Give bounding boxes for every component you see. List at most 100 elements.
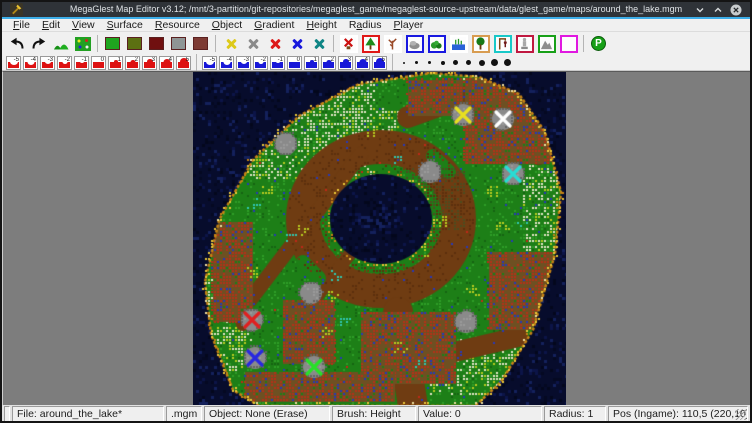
undo-icon — [9, 37, 25, 51]
map-canvas[interactable] — [193, 72, 566, 405]
object-hanged-button[interactable] — [492, 33, 513, 54]
random-surface-button[interactable] — [72, 33, 93, 54]
object-dead-tree-button[interactable] — [382, 33, 403, 54]
surface-road-button[interactable] — [146, 33, 167, 54]
radius-5-button[interactable] — [450, 56, 461, 70]
menu-item-resource[interactable]: Resource — [149, 19, 206, 31]
object-erase-button[interactable] — [338, 33, 359, 54]
object-hanged-icon — [494, 35, 512, 53]
redo-button[interactable] — [28, 33, 49, 54]
object-stone-icon — [406, 35, 424, 53]
resource-custom2-button[interactable] — [286, 33, 307, 54]
radius-dot-icon — [504, 59, 511, 66]
resource-custom3-button[interactable] — [308, 33, 329, 54]
menu-item-edit[interactable]: Edit — [36, 19, 66, 31]
object-tree-icon — [362, 35, 380, 53]
height-hills-button[interactable] — [50, 33, 71, 54]
gradient-brush-3-button[interactable]: 3 — [338, 56, 353, 70]
toolbar-separator — [196, 54, 197, 71]
resize-grip[interactable] — [735, 409, 746, 420]
height-brush-1-button[interactable]: 1 — [108, 56, 123, 70]
radius-7-button[interactable] — [476, 56, 487, 70]
resource-stone-button[interactable] — [242, 33, 263, 54]
radius-3-button[interactable] — [424, 56, 435, 70]
object-big-tree-icon — [472, 35, 490, 53]
maximize-button[interactable] — [712, 4, 724, 16]
toolbar-separator — [583, 35, 584, 52]
radius-4-button[interactable] — [437, 56, 448, 70]
menu-item-file[interactable]: File — [7, 19, 36, 31]
resource-custom1-button[interactable] — [264, 33, 285, 54]
menu-item-surface[interactable]: Surface — [101, 19, 149, 31]
height-brush--1-button[interactable]: -1 — [74, 56, 89, 70]
gradient-brush-5-button[interactable]: 5 — [372, 56, 387, 70]
player-brush-button[interactable]: P — [588, 33, 609, 54]
resource-custom3-icon — [312, 37, 325, 50]
menu-item-object[interactable]: Object — [206, 19, 248, 31]
toolbar-brush: -5-4-3-2-1012345-5-4-3-2-1012345 — [2, 55, 750, 71]
height-brush-5-button[interactable]: 5 — [176, 56, 191, 70]
radius-8-button[interactable] — [489, 56, 500, 70]
object-water-object-button[interactable] — [448, 33, 469, 54]
radius-9-button[interactable] — [502, 56, 513, 70]
height-brush-4-button[interactable]: 4 — [159, 56, 174, 70]
gradient-brush--4-button[interactable]: -4 — [219, 56, 234, 70]
menu-item-gradient[interactable]: Gradient — [248, 19, 300, 31]
gradient-brush-1-button[interactable]: 1 — [304, 56, 319, 70]
random-surface-icon — [75, 37, 91, 51]
object-bush-button[interactable] — [426, 33, 447, 54]
radius-2-button[interactable] — [411, 56, 422, 70]
radius-dot-icon — [441, 61, 445, 65]
gradient-brush--3-button[interactable]: -3 — [236, 56, 251, 70]
object-stone-button[interactable] — [404, 33, 425, 54]
status-file: File: around_the_lake* — [12, 406, 164, 422]
toolbar-separator — [97, 35, 98, 52]
status-object: Object: None (Erase) — [204, 406, 330, 422]
gradient-brush--1-button[interactable]: -1 — [270, 56, 285, 70]
surface-secondary-grass-icon — [127, 37, 142, 50]
height-brush--5-button[interactable]: -5 — [6, 56, 21, 70]
radius-1-button[interactable] — [398, 56, 409, 70]
object-big-rock-icon — [538, 35, 556, 53]
surface-grass-button[interactable] — [102, 33, 123, 54]
minimize-button[interactable] — [694, 4, 706, 16]
surface-secondary-grass-button[interactable] — [124, 33, 145, 54]
status-value: Value: 0 — [418, 406, 542, 422]
height-brush--4-button[interactable]: -4 — [23, 56, 38, 70]
radius-dot-icon — [428, 61, 431, 64]
gradient-brush-0-button[interactable]: 0 — [287, 56, 302, 70]
radius-dot-icon — [466, 60, 471, 65]
object-big-tree-button[interactable] — [470, 33, 491, 54]
radius-6-button[interactable] — [463, 56, 474, 70]
close-button[interactable] — [730, 4, 742, 16]
surface-ground-button[interactable] — [190, 33, 211, 54]
object-bush-icon — [428, 35, 446, 53]
object-tree-button[interactable] — [360, 33, 381, 54]
status-pos: Pos (Ingame): 110,5 (220,10) — [608, 406, 748, 422]
surface-stone-icon — [171, 37, 186, 50]
height-brush-2-button[interactable]: 2 — [125, 56, 140, 70]
object-big-rock-button[interactable] — [536, 33, 557, 54]
height-brush--2-button[interactable]: -2 — [57, 56, 72, 70]
undo-button[interactable] — [6, 33, 27, 54]
status-spacer — [4, 406, 10, 422]
height-brush-3-button[interactable]: 3 — [142, 56, 157, 70]
height-brush-0-button[interactable]: 0 — [91, 56, 106, 70]
radius-dot-icon — [491, 59, 498, 66]
menu-item-player[interactable]: Player — [388, 19, 430, 31]
gradient-brush-4-button[interactable]: 4 — [355, 56, 370, 70]
toolbar-separator — [215, 35, 216, 52]
height-brush--3-button[interactable]: -3 — [40, 56, 55, 70]
chevron-down-icon — [694, 4, 706, 16]
gradient-brush--2-button[interactable]: -2 — [253, 56, 268, 70]
object-statue-button[interactable] — [514, 33, 535, 54]
gradient-brush--5-button[interactable]: -5 — [202, 56, 217, 70]
menu-item-height[interactable]: Height — [300, 19, 342, 31]
object-invisible-button[interactable] — [558, 33, 579, 54]
menu-item-radius[interactable]: Radius — [343, 19, 388, 31]
menu-item-view[interactable]: View — [66, 19, 101, 31]
object-water-object-icon — [450, 35, 468, 53]
resource-gold-button[interactable] — [220, 33, 241, 54]
surface-stone-button[interactable] — [168, 33, 189, 54]
gradient-brush-2-button[interactable]: 2 — [321, 56, 336, 70]
